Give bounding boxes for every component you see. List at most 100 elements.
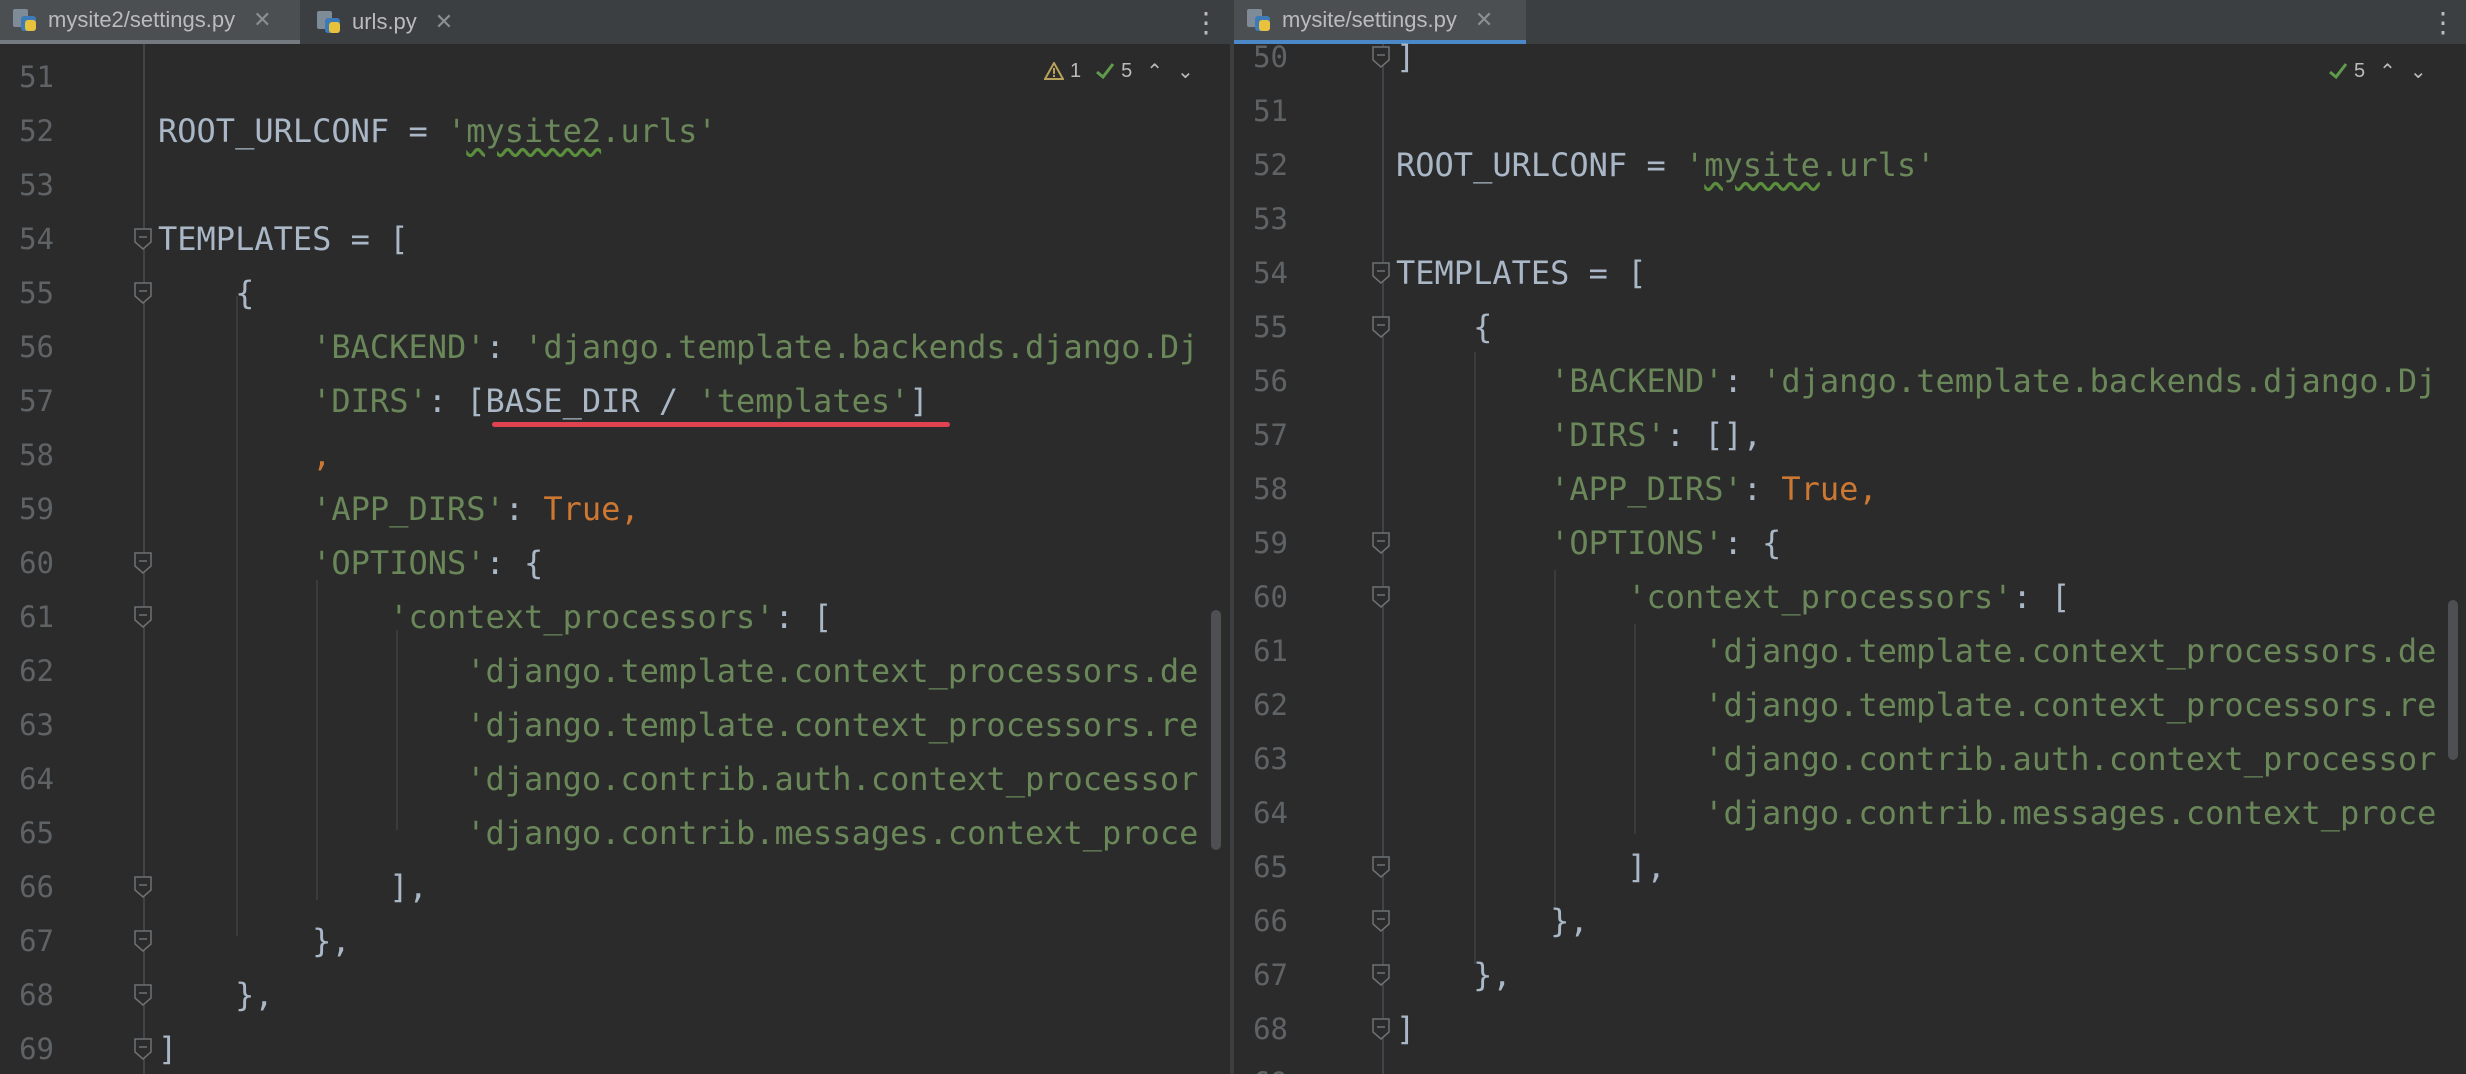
code-line[interactable]: 53 (0, 158, 1230, 212)
code-token: 'django.contrib.messages.context_proce (466, 814, 1199, 852)
code-text[interactable]: { (1396, 300, 1492, 354)
code-text[interactable]: ROOT_URLCONF = 'mysite.urls' (1396, 138, 1935, 192)
code-line[interactable]: 69 (1234, 1056, 2466, 1074)
fold-marker-icon[interactable] (134, 876, 152, 898)
code-line[interactable]: 59 'APP_DIRS': True, (0, 482, 1230, 536)
fold-marker-icon[interactable] (134, 1038, 152, 1060)
code-text[interactable]: 'BACKEND': 'django.template.backends.dja… (158, 320, 1198, 374)
code-line[interactable]: 51 (1234, 84, 2466, 138)
code-line[interactable]: 60 'OPTIONS': { (0, 536, 1230, 590)
code-text[interactable]: 'django.template.context_processors.de (1396, 624, 2436, 678)
code-text[interactable]: ], (158, 860, 428, 914)
code-line[interactable]: 50] (1234, 30, 2466, 84)
fold-marker-icon[interactable] (134, 930, 152, 952)
fold-marker-icon[interactable] (1372, 46, 1390, 68)
code-line[interactable]: 62 'django.template.context_processors.r… (1234, 678, 2466, 732)
fold-marker-icon[interactable] (1372, 1018, 1390, 1040)
code-text[interactable]: ] (158, 1022, 177, 1074)
code-text[interactable]: 'DIRS': [BASE_DIR / 'templates'] (158, 374, 929, 428)
code-text[interactable]: 'django.template.context_processors.de (158, 644, 1198, 698)
code-text[interactable]: 'DIRS': [], (1396, 408, 1762, 462)
code-text[interactable]: 'APP_DIRS': True, (1396, 462, 1878, 516)
fold-marker-icon[interactable] (134, 552, 152, 574)
code-text[interactable]: ], (1396, 840, 1666, 894)
code-text[interactable]: 'django.contrib.messages.context_proce (158, 806, 1198, 860)
code-text[interactable]: 'django.contrib.auth.context_processor (1396, 732, 2436, 786)
code-text[interactable]: }, (1396, 948, 1512, 1002)
code-text[interactable]: 'OPTIONS': { (1396, 516, 1781, 570)
code-line[interactable]: 58 , (0, 428, 1230, 482)
code-text[interactable]: 'django.contrib.auth.context_processor (158, 752, 1198, 806)
code-line[interactable]: 67 }, (1234, 948, 2466, 1002)
fold-marker-icon[interactable] (1372, 532, 1390, 554)
fold-marker-icon[interactable] (1372, 316, 1390, 338)
fold-marker-icon[interactable] (1372, 964, 1390, 986)
code-line[interactable]: 52 ROOT_URLCONF = 'mysite.urls' (1234, 138, 2466, 192)
code-line[interactable]: 69] (0, 1022, 1230, 1074)
code-text[interactable]: 'django.contrib.messages.context_proce (1396, 786, 2436, 840)
fold-marker-icon[interactable] (134, 606, 152, 628)
fold-marker-icon[interactable] (1372, 910, 1390, 932)
tab-mysite2-settings[interactable]: mysite2/settings.py ✕ (0, 0, 300, 44)
code-text[interactable]: ROOT_URLCONF = 'mysite2.urls' (158, 104, 717, 158)
tab-actions-menu-icon[interactable]: ⋮ (1192, 0, 1220, 44)
fold-marker-icon[interactable] (134, 228, 152, 250)
vertical-scrollbar[interactable] (1211, 610, 1221, 850)
code-text[interactable]: 'BACKEND': 'django.template.backends.dja… (1396, 354, 2436, 408)
code-line[interactable]: 52 ROOT_URLCONF = 'mysite2.urls' (0, 104, 1230, 158)
fold-marker-icon[interactable] (134, 984, 152, 1006)
code-line[interactable]: 60 'context_processors': [ (1234, 570, 2466, 624)
fold-marker-icon[interactable] (134, 282, 152, 304)
close-tab-icon[interactable]: ✕ (435, 9, 453, 35)
code-text[interactable]: ] (1396, 1002, 1415, 1056)
code-line[interactable]: 56 'BACKEND': 'django.template.backends.… (0, 320, 1230, 374)
code-line[interactable]: 64 'django.contrib.auth.context_processo… (0, 752, 1230, 806)
code-line[interactable]: 59 'OPTIONS': { (1234, 516, 2466, 570)
code-line[interactable]: 61 'django.template.context_processors.d… (1234, 624, 2466, 678)
code-line[interactable]: 61 'context_processors': [ (0, 590, 1230, 644)
code-line[interactable]: 65 'django.contrib.messages.context_proc… (0, 806, 1230, 860)
code-line[interactable]: 51 (0, 50, 1230, 104)
code-line[interactable]: 66 ], (0, 860, 1230, 914)
fold-marker-icon[interactable] (1372, 262, 1390, 284)
code-line[interactable]: 62 'django.template.context_processors.d… (0, 644, 1230, 698)
code-text[interactable]: 'APP_DIRS': True, (158, 482, 640, 536)
fold-marker-icon[interactable] (1372, 856, 1390, 878)
code-line[interactable]: 54 TEMPLATES = [ (1234, 246, 2466, 300)
code-text[interactable]: }, (158, 968, 274, 1022)
code-line[interactable]: 68 }, (0, 968, 1230, 1022)
code-text[interactable]: }, (158, 914, 351, 968)
code-line[interactable]: 53 (1234, 192, 2466, 246)
code-line[interactable]: 64 'django.contrib.messages.context_proc… (1234, 786, 2466, 840)
vertical-scrollbar[interactable] (2448, 600, 2458, 760)
code-line[interactable]: 65 ], (1234, 840, 2466, 894)
code-line[interactable]: 54 TEMPLATES = [ (0, 212, 1230, 266)
code-text[interactable]: 'context_processors': [ (1396, 570, 2070, 624)
code-line[interactable]: 55 { (1234, 300, 2466, 354)
code-text[interactable]: ] (1396, 30, 1415, 84)
code-line[interactable]: 57 'DIRS': [], (1234, 408, 2466, 462)
code-text[interactable]: TEMPLATES = [ (158, 212, 408, 266)
close-tab-icon[interactable]: ✕ (253, 7, 271, 33)
code-text[interactable]: 'django.template.context_processors.re (1396, 678, 2436, 732)
code-text[interactable]: 'django.template.context_processors.re (158, 698, 1198, 752)
code-line[interactable]: 56 'BACKEND': 'django.template.backends.… (1234, 354, 2466, 408)
code-line[interactable]: 63 'django.template.context_processors.r… (0, 698, 1230, 752)
code-line[interactable]: 58 'APP_DIRS': True, (1234, 462, 2466, 516)
code-text[interactable]: 'OPTIONS': { (158, 536, 543, 590)
line-number: 54 (19, 222, 54, 256)
code-line[interactable]: 55 { (0, 266, 1230, 320)
fold-marker-icon[interactable] (1372, 586, 1390, 608)
code-line[interactable]: 57 'DIRS': [BASE_DIR / 'templates'] (0, 374, 1230, 428)
code-text[interactable]: }, (1396, 894, 1589, 948)
code-line[interactable]: 67 }, (0, 914, 1230, 968)
code-text[interactable]: { (158, 266, 254, 320)
code-line[interactable]: 68] (1234, 1002, 2466, 1056)
code-text[interactable]: TEMPLATES = [ (1396, 246, 1646, 300)
code-line[interactable]: 63 'django.contrib.auth.context_processo… (1234, 732, 2466, 786)
tab-urls[interactable]: urls.py ✕ (316, 0, 486, 44)
code-text[interactable]: , (158, 428, 331, 482)
code-line[interactable]: 66 }, (1234, 894, 2466, 948)
code-text[interactable]: 'context_processors': [ (158, 590, 832, 644)
